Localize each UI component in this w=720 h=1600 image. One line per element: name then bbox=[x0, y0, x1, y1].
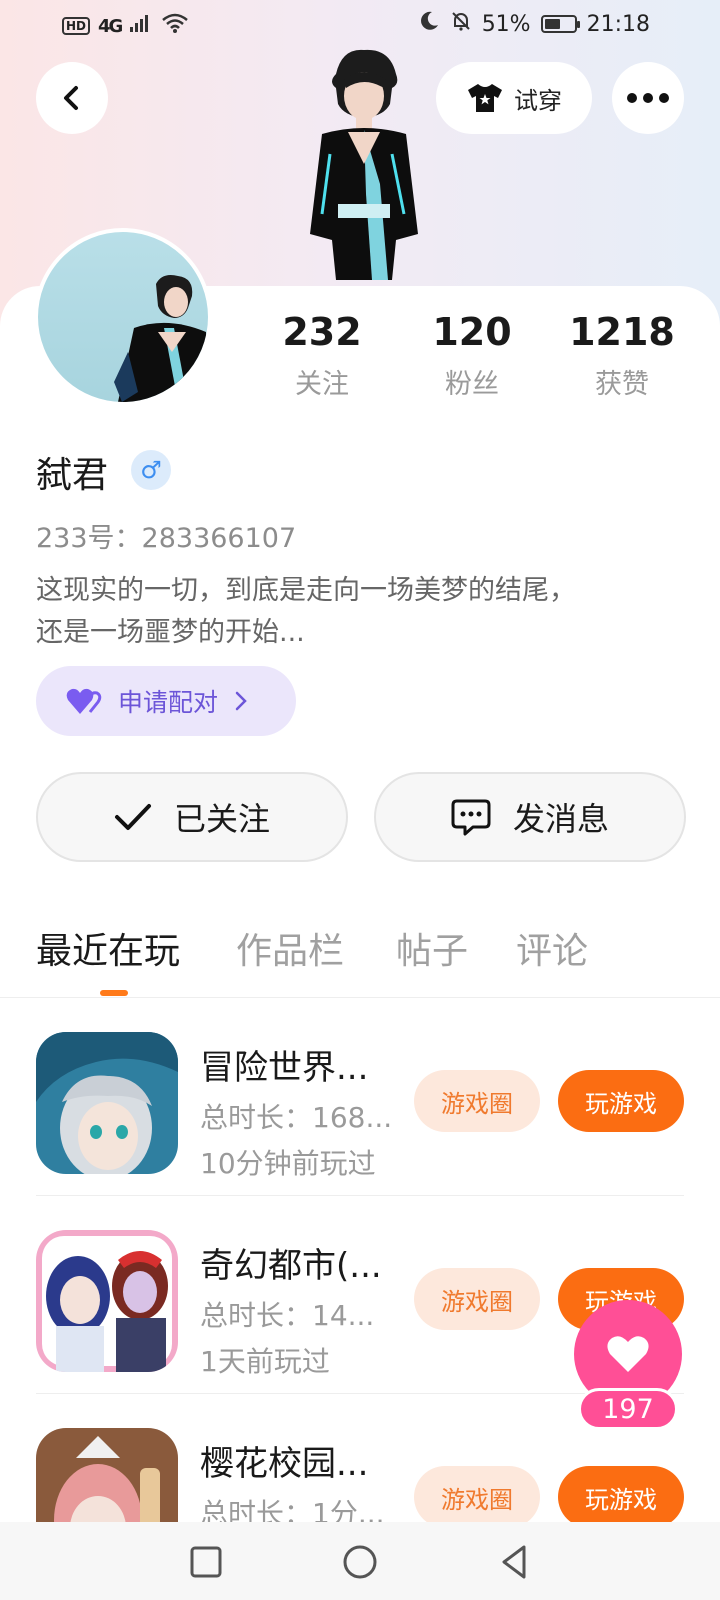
mute-bell-icon bbox=[450, 10, 472, 38]
game-title: 奇幻都市(... bbox=[200, 1246, 382, 1286]
more-options-button[interactable] bbox=[612, 62, 684, 134]
profile-bio: 这现实的一切，到底是走向一场美梦的结尾， 还是一场噩梦的开始... bbox=[36, 570, 676, 654]
game-playtime: 总时长：14... bbox=[200, 1299, 375, 1332]
signal-icon: 4G bbox=[98, 15, 123, 37]
signal-bars-icon bbox=[129, 13, 153, 39]
tab-comments[interactable]: 评论 bbox=[516, 922, 588, 974]
followed-button[interactable]: 已关注 bbox=[36, 772, 348, 862]
heart-icon bbox=[607, 1336, 649, 1372]
chevron-right-icon bbox=[235, 691, 247, 711]
chevron-left-icon bbox=[64, 86, 78, 110]
stat-following[interactable]: 232 关注 bbox=[252, 310, 392, 401]
hd-icon: HD bbox=[62, 17, 91, 35]
stat-likes-label: 获赞 bbox=[595, 369, 649, 400]
triangle-back-icon bbox=[502, 1545, 526, 1579]
avatar-3d-figure[interactable] bbox=[292, 44, 432, 284]
pair-hearts-icon bbox=[66, 688, 102, 714]
profile-avatar[interactable] bbox=[34, 228, 212, 406]
apply-match-button[interactable]: 申请配对 bbox=[36, 666, 296, 736]
play-game-button[interactable]: 玩游戏 bbox=[558, 1070, 684, 1132]
game-row[interactable]: 冒险世界... 总时长：168... 10分钟前玩过 游戏圈 玩游戏 bbox=[0, 998, 720, 1196]
male-gender-icon: ♂ bbox=[131, 450, 171, 490]
stat-fans[interactable]: 120 粉丝 bbox=[402, 310, 542, 401]
status-left: HD 4G bbox=[62, 12, 189, 40]
game-icon-adventure-world[interactable] bbox=[36, 1032, 178, 1174]
tab-works[interactable]: 作品栏 bbox=[236, 922, 344, 974]
stat-fans-value: 120 bbox=[432, 310, 512, 354]
game-icon-fantasy-city[interactable] bbox=[36, 1230, 178, 1372]
play-game-button[interactable]: 玩游戏 bbox=[558, 1466, 684, 1528]
status-right: 51% 21:18 bbox=[418, 10, 650, 38]
recent-apps-button[interactable] bbox=[186, 1542, 226, 1582]
stat-likes[interactable]: 1218 获赞 bbox=[552, 310, 692, 401]
send-message-label: 发消息 bbox=[512, 800, 609, 838]
battery-percent: 51% bbox=[481, 11, 531, 37]
chat-bubble-icon bbox=[451, 799, 491, 836]
try-on-button[interactable]: 试穿 bbox=[436, 62, 592, 134]
bio-line-1: 这现实的一切，到底是走向一场美梦的结尾， bbox=[36, 575, 576, 606]
tab-posts[interactable]: 帖子 bbox=[396, 922, 468, 974]
moon-icon bbox=[418, 10, 440, 38]
game-playtime: 总时长：168... bbox=[200, 1101, 393, 1134]
back-nav-button[interactable] bbox=[494, 1542, 534, 1582]
username: 弑君 bbox=[36, 455, 109, 496]
stat-likes-value: 1218 bbox=[569, 310, 675, 354]
like-count: 197 bbox=[578, 1388, 678, 1430]
battery-icon bbox=[540, 15, 580, 33]
game-circle-button[interactable]: 游戏圈 bbox=[414, 1466, 540, 1528]
try-on-label: 试穿 bbox=[514, 86, 562, 115]
more-dots-icon bbox=[627, 93, 669, 103]
stat-fans-label: 粉丝 bbox=[445, 369, 499, 400]
stat-following-label: 关注 bbox=[295, 369, 349, 400]
check-icon bbox=[114, 804, 151, 830]
active-tab-indicator bbox=[100, 990, 128, 996]
user-id[interactable]: 233号：283366107 bbox=[36, 516, 296, 555]
square-icon bbox=[190, 1546, 222, 1578]
home-button[interactable] bbox=[340, 1542, 380, 1582]
profile-stats: 232 关注 120 粉丝 1218 获赞 bbox=[260, 310, 700, 400]
shirt-icon bbox=[468, 84, 502, 112]
game-last-played: 10分钟前玩过 bbox=[200, 1147, 376, 1180]
game-last-played: 1天前玩过 bbox=[200, 1345, 330, 1378]
game-circle-button[interactable]: 游戏圈 bbox=[414, 1268, 540, 1330]
game-title: 樱花校园... bbox=[200, 1444, 369, 1484]
stat-following-value: 232 bbox=[282, 310, 362, 354]
apply-match-label: 申请配对 bbox=[118, 688, 219, 717]
send-message-button[interactable]: 发消息 bbox=[374, 772, 686, 862]
game-circle-button[interactable]: 游戏圈 bbox=[414, 1070, 540, 1132]
system-navigation-bar bbox=[0, 1522, 720, 1600]
circle-icon bbox=[343, 1545, 377, 1579]
tab-recently-played[interactable]: 最近在玩 bbox=[36, 922, 180, 974]
game-title: 冒险世界... bbox=[200, 1048, 369, 1088]
bio-line-2: 还是一场噩梦的开始... bbox=[36, 617, 305, 648]
status-bar: HD 4G 51% 21:18 bbox=[0, 0, 720, 48]
wifi-icon bbox=[161, 12, 189, 40]
followed-label: 已关注 bbox=[173, 800, 270, 838]
back-button[interactable] bbox=[36, 62, 108, 134]
clock: 21:18 bbox=[586, 11, 650, 37]
